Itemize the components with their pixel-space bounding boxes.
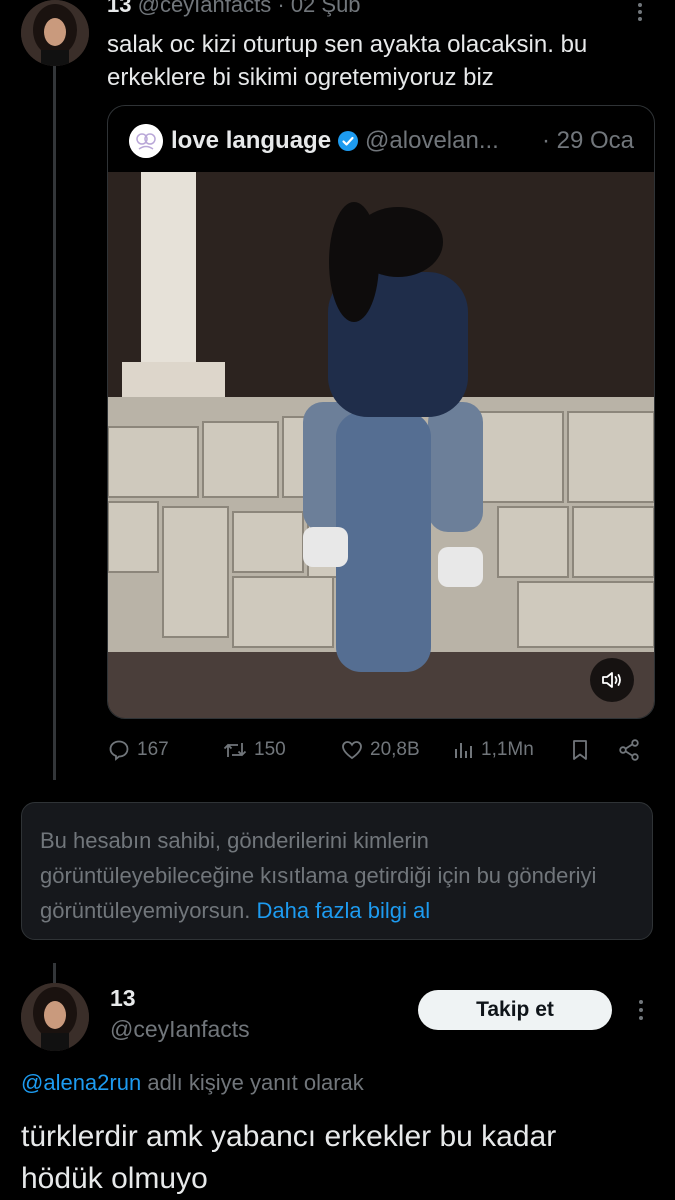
verified-badge-icon — [337, 130, 359, 152]
handle[interactable]: @ceyIanfacts — [138, 0, 272, 17]
tweet-header: 13 @ceyIanfacts · 02 Şub — [107, 0, 361, 18]
repost-button[interactable]: 150 — [222, 734, 286, 766]
like-count: 20,8B — [370, 739, 420, 760]
reply-count: 167 — [137, 739, 169, 760]
reply-context: @alena2run adlı kişiye yanıt olarak — [21, 1070, 364, 1096]
reply-button[interactable]: 167 — [107, 734, 169, 766]
tweet-text-line: salak oc kizi oturtup sen ayakta olacaks… — [107, 31, 588, 58]
quote-header: love language @alovelan... — [171, 124, 499, 158]
repost-icon — [223, 743, 247, 757]
share-icon — [619, 739, 639, 761]
handle[interactable]: @ceyIanfacts — [110, 1016, 250, 1043]
quote-display-name[interactable]: love language — [171, 127, 331, 155]
action-bar: 167 150 20,8B 1,1Mn — [107, 734, 653, 766]
thread-line — [53, 66, 56, 780]
separator: · — [277, 0, 285, 17]
heart-icon — [342, 741, 362, 760]
quote-avatar — [129, 124, 163, 158]
reply-text: türklerdir amk yabancı erkekler bu kadar… — [21, 1116, 556, 1200]
display-name[interactable]: 13 — [107, 0, 131, 17]
tweet-date[interactable]: 02 Şub — [291, 0, 361, 17]
quote-handle[interactable]: @alovelan... — [365, 127, 499, 155]
bookmark-button[interactable] — [569, 734, 591, 766]
reply-icon — [109, 740, 129, 761]
avatar[interactable] — [21, 0, 89, 66]
video-frame — [108, 172, 654, 718]
follow-button[interactable]: Takip et — [418, 990, 612, 1030]
share-button[interactable] — [617, 734, 641, 766]
video-player[interactable] — [108, 172, 654, 718]
reply-to-label: adlı kişiye yanıt olarak — [147, 1070, 364, 1095]
like-button[interactable]: 20,8B — [340, 734, 420, 766]
learn-more-link[interactable]: Daha fazla bilgi al — [256, 898, 430, 923]
views-icon — [455, 743, 472, 758]
more-options-icon[interactable] — [631, 999, 651, 1021]
thread-line — [53, 963, 56, 983]
tweet-text-line: erkeklere bi sikimi ogretemiyoruz biz — [107, 64, 494, 91]
tweet-text: salak oc kizi oturtup sen ayakta olacaks… — [107, 28, 587, 94]
views-button[interactable]: 1,1Mn — [453, 734, 534, 766]
restricted-notice: Bu hesabın sahibi, gönderilerini kimleri… — [21, 802, 653, 940]
mute-button[interactable] — [590, 658, 634, 702]
bookmark-icon — [573, 740, 587, 760]
quote-date[interactable]: · 29 Oca — [542, 124, 634, 158]
avatar[interactable] — [21, 983, 89, 1051]
reply-to-handle[interactable]: @alena2run — [21, 1070, 141, 1095]
more-options-icon[interactable] — [630, 2, 650, 22]
reply-text-line: türklerdir amk yabancı erkekler bu kadar — [21, 1120, 557, 1153]
reply-text-line: hödük olmuyo — [21, 1162, 208, 1195]
quoted-tweet[interactable]: love language @alovelan... · 29 Oca — [107, 105, 655, 719]
view-count: 1,1Mn — [481, 739, 534, 760]
display-name[interactable]: 13 — [110, 985, 136, 1012]
repost-count: 150 — [254, 739, 286, 760]
speaker-icon — [602, 672, 621, 688]
